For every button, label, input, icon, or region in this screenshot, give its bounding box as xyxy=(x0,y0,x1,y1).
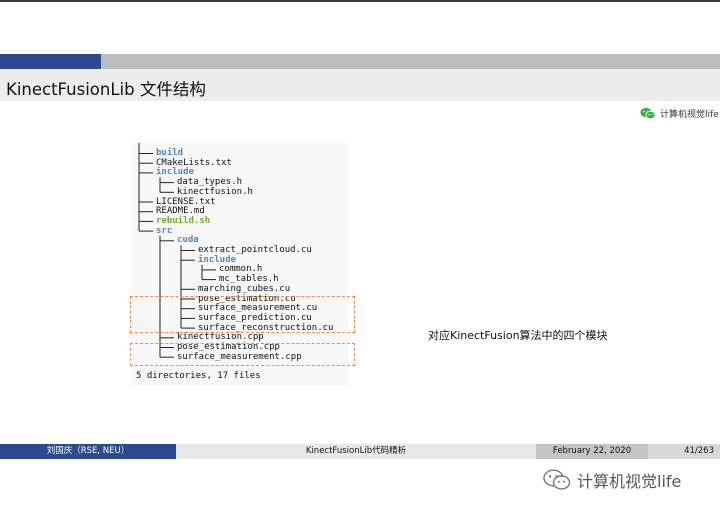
slide-title: KinectFusionLib 文件结构 xyxy=(6,80,206,99)
tree-entry: kinectfusion.cpp xyxy=(177,332,264,343)
wechat-icon xyxy=(640,107,656,119)
tree-entry: data_types.h xyxy=(177,177,243,188)
tree-entry: build xyxy=(156,148,184,158)
header-accent-bar xyxy=(0,54,101,69)
footer-page-number: 41/263 xyxy=(648,444,720,459)
tree-entry: README.md xyxy=(156,206,205,217)
tree-entry: common.h xyxy=(219,264,263,275)
tree-entry: src xyxy=(156,225,173,236)
tree-entry: kinectfusion.h xyxy=(177,186,253,197)
tree-entry: extract_pointcloud.cu xyxy=(198,245,312,255)
footer-author: 刘国庆（RSE, NEU） xyxy=(0,444,176,459)
watermark-large-text: 计算机视觉life xyxy=(577,472,682,491)
tree-summary: 5 directories, 17 files xyxy=(136,371,261,382)
footer: 刘国庆（RSE, NEU） KinectFusionLib代码精析 Februa… xyxy=(0,444,720,459)
tree-entry: cuda xyxy=(177,235,199,246)
watermark-small-text: 计算机视觉life xyxy=(660,109,719,120)
tree-entry: include xyxy=(198,254,236,265)
header-gray-bar xyxy=(101,54,720,69)
watermark-small: 计算机视觉life xyxy=(640,106,719,120)
tree-entry: marching_cubes.cu xyxy=(198,283,291,294)
highlight-box-cpp-modules xyxy=(130,343,355,366)
footer-title: KinectFusionLib代码精析 xyxy=(176,444,536,459)
watermark-large: 计算机视觉life xyxy=(543,468,681,492)
wechat-icon xyxy=(543,469,571,490)
highlight-box-cuda-modules xyxy=(130,296,355,333)
tree-entry: rebuild.sh xyxy=(156,215,211,226)
title-band: KinectFusionLib 文件结构 xyxy=(0,69,720,101)
tree-entry: LICENSE.txt xyxy=(156,196,216,207)
annotation-text: 对应KinectFusion算法中的四个模块 xyxy=(428,329,608,342)
tree-entry: include xyxy=(156,167,194,178)
tree-entry: mc_tables.h xyxy=(219,274,279,285)
footer-date: February 22, 2020 xyxy=(536,444,648,459)
top-rule xyxy=(0,0,720,2)
